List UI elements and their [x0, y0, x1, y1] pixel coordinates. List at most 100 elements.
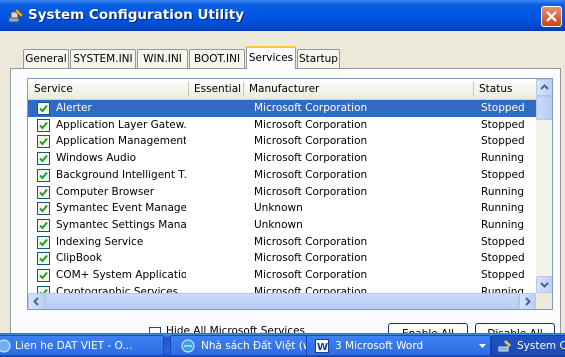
service-enabled-checkbox[interactable] [37, 118, 50, 132]
column-header-essential[interactable]: Essential [188, 79, 243, 99]
service-name-cell: Symantec Event Manager [56, 202, 186, 215]
services-list[interactable]: Service Essential Manufacturer Status Al… [27, 78, 553, 310]
checkmark-icon [39, 255, 48, 263]
service-row[interactable]: Symantec Settings Mana... Unknown Running [28, 217, 536, 234]
chevron-left-icon [33, 297, 39, 306]
status-cell: Running [481, 152, 525, 165]
taskbar-item-label: Nhà sách Đất Việt (w... [201, 340, 320, 352]
status-cell: Running [481, 185, 525, 198]
scroll-down-button[interactable] [536, 276, 552, 293]
manufacturer-cell: Microsoft Corporation [254, 185, 368, 198]
manufacturer-cell: Unknown [254, 218, 303, 231]
status-cell: Stopped [481, 269, 525, 281]
checkmark-icon [39, 171, 48, 180]
taskbar-item-label: Lien he DAT VIET - O... [15, 340, 133, 352]
status-cell: Stopped [481, 118, 525, 131]
service-name-cell: Background Intelligent T... [56, 168, 186, 181]
service-enabled-checkbox[interactable] [37, 235, 50, 249]
taskbar-item-word[interactable]: W 3 Microsoft Word [306, 335, 491, 356]
service-row[interactable]: Indexing Service Microsoft Corporation Sto… [28, 234, 536, 251]
close-button[interactable] [541, 6, 562, 27]
service-name-cell: Alerter [56, 102, 92, 114]
service-name-cell: COM+ System Application [56, 269, 186, 281]
service-enabled-checkbox[interactable] [37, 252, 50, 266]
manufacturer-cell: Microsoft Corporation [254, 269, 368, 281]
status-cell: Running [481, 218, 525, 231]
scroll-corner [536, 293, 552, 309]
title-bar[interactable]: System Configuration Utility [0, 0, 565, 31]
taskbar-item-lien-he[interactable]: Lien he DAT VIET - O... [0, 335, 164, 356]
horizontal-scrollbar[interactable] [28, 293, 536, 309]
status-cell: Stopped [481, 168, 525, 181]
tab-general[interactable]: General [23, 49, 69, 68]
service-enabled-checkbox[interactable] [37, 185, 50, 199]
scroll-left-button[interactable] [28, 293, 45, 309]
essential-cell [193, 150, 243, 167]
essential-cell [193, 200, 243, 217]
service-enabled-checkbox[interactable] [37, 202, 50, 216]
service-enabled-checkbox[interactable] [37, 135, 50, 149]
essential-cell [193, 100, 243, 117]
svg-text:W: W [317, 342, 328, 353]
status-cell: Stopped [481, 252, 525, 265]
essential-cell [193, 217, 243, 234]
service-enabled-checkbox[interactable] [37, 218, 50, 232]
scroll-up-button[interactable] [536, 79, 552, 96]
service-name-cell: Indexing Service [56, 235, 144, 248]
essential-cell [193, 267, 243, 284]
manufacturer-cell: Microsoft Corporation [254, 135, 368, 148]
tab-boot-ini[interactable]: BOOT.INI [189, 49, 245, 68]
manufacturer-cell: Microsoft Corporation [254, 152, 368, 165]
close-icon [546, 11, 557, 22]
status-cell: Running [481, 202, 525, 215]
checkmark-icon [39, 205, 48, 213]
service-row[interactable]: Application Layer Gatew... Microsoft Corp… [28, 117, 536, 134]
manufacturer-cell: Microsoft Corporation [254, 118, 368, 131]
service-row[interactable]: Symantec Event Manager Unknown Running [28, 200, 536, 217]
tab-system-ini[interactable]: SYSTEM.INI [70, 49, 136, 68]
checkmark-icon [39, 221, 48, 230]
service-row[interactable]: Application Management Microsoft Corporat… [28, 133, 536, 150]
tab-startup[interactable]: Startup [297, 49, 340, 68]
column-header-status[interactable]: Status [473, 79, 536, 99]
service-row[interactable]: ClipBook Microsoft Corporation Stopped [28, 250, 536, 267]
tab-services[interactable]: Services [246, 46, 296, 69]
service-row[interactable]: Windows Audio Microsoft Corporation Runnin… [28, 150, 536, 167]
checkmark-icon [39, 121, 48, 130]
chevron-right-icon [525, 297, 531, 306]
system-configuration-window: System Configuration Utility General SYS… [0, 0, 565, 346]
service-enabled-checkbox[interactable] [37, 102, 50, 115]
essential-cell [193, 250, 243, 267]
checkmark-icon [39, 238, 48, 247]
vertical-scrollbar[interactable] [536, 79, 552, 293]
service-name-cell: ClipBook [56, 252, 102, 265]
checkmark-icon [39, 188, 48, 196]
service-name-cell: Computer Browser [56, 185, 155, 198]
service-enabled-checkbox[interactable] [37, 152, 50, 166]
taskbar-item-nha-sach[interactable]: Nhà sách Đất Việt (w... [170, 335, 320, 356]
service-row[interactable]: Background Intelligent T... Microsoft Cor… [28, 167, 536, 184]
column-header-service[interactable]: Service [28, 79, 188, 99]
checkmark-icon [39, 138, 48, 146]
service-row[interactable]: Computer Browser Microsoft Corporation Run… [28, 184, 536, 201]
msconfig-icon [498, 340, 511, 352]
service-enabled-checkbox[interactable] [37, 168, 50, 182]
service-row[interactable]: Alerter Microsoft Corporation Stopped [28, 100, 536, 117]
manufacturer-cell: Microsoft Corporation [254, 102, 368, 114]
taskbar-item-label: 3 Microsoft Word [335, 340, 424, 352]
taskbar-item-system-config[interactable]: System Configu [491, 335, 565, 356]
column-header-manufacturer[interactable]: Manufacturer [243, 79, 473, 99]
tab-win-ini[interactable]: WIN.INI [137, 49, 188, 68]
service-enabled-checkbox[interactable] [37, 269, 50, 282]
manufacturer-cell: Microsoft Corporation [254, 235, 368, 248]
essential-cell [193, 117, 243, 134]
vertical-scroll-thumb[interactable] [536, 96, 552, 120]
service-row[interactable]: COM+ System Application Microsoft Corpora… [28, 267, 536, 284]
taskbar-item-label: System Configu [517, 340, 565, 352]
manufacturer-cell: Unknown [254, 202, 303, 215]
checkmark-icon [39, 104, 48, 113]
manufacturer-cell: Microsoft Corporation [254, 168, 368, 181]
scroll-right-button[interactable] [519, 293, 536, 309]
horizontal-scroll-thumb[interactable] [45, 293, 519, 309]
browser-icon [181, 339, 195, 353]
